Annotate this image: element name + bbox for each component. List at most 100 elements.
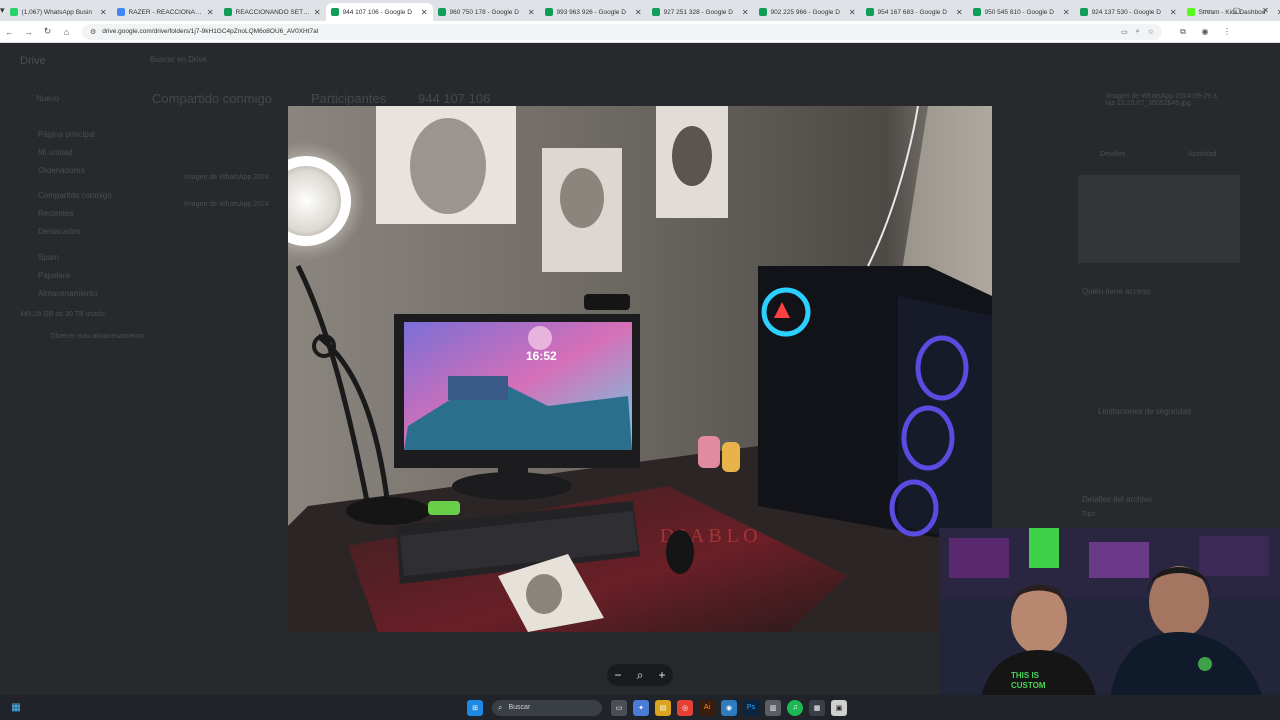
close-tab-icon[interactable]: ✕ — [207, 8, 214, 17]
breadcrumb-participants[interactable]: Participantes — [311, 91, 386, 106]
shirt-text-2: CUSTOM — [1011, 681, 1046, 690]
close-tab-icon[interactable]: ✕ — [1170, 8, 1177, 17]
tab-title: (1,067) WhatsApp Busin — [21, 8, 92, 16]
tab-title: 927 251 328 - Google D — [663, 8, 733, 16]
close-tab-icon[interactable]: ✕ — [528, 8, 535, 17]
browser-tab[interactable]: (1,067) WhatsApp Busin ✕ — [5, 3, 112, 21]
chrome-menu-icon[interactable]: ⋮ — [1216, 27, 1238, 37]
drive-sidebar-item[interactable]: Mi unidad — [38, 148, 73, 157]
activity-tab[interactable]: Actividad — [1188, 151, 1216, 158]
url-text: drive.google.com/drive/folders/1j7-9kH1G… — [102, 28, 319, 35]
tab-title: RAZER - REACCIONANDO — [128, 8, 204, 16]
magnifier-icon[interactable]: ⌕ — [631, 668, 649, 683]
copilot-icon[interactable]: ✦ — [633, 699, 649, 716]
zoom-in-button[interactable]: + — [653, 668, 671, 682]
browser-tab[interactable]: 902 225 966 - Google D ✕ — [754, 3, 861, 21]
close-window-icon[interactable]: ✕ — [1251, 0, 1280, 21]
browser-tab[interactable]: 960 750 178 - Google D ✕ — [433, 3, 540, 21]
type-label: Tipo — [1082, 511, 1096, 518]
close-tab-icon[interactable]: ✕ — [742, 8, 749, 17]
file-details-heading: Detalles del archivo — [1082, 495, 1152, 504]
tab-favicon-icon — [865, 8, 874, 16]
zoom-control: − ⌕ + — [607, 664, 673, 686]
file-explorer-icon[interactable]: ▤ — [655, 699, 671, 716]
tab-favicon-icon — [330, 8, 339, 16]
bookmark-star-icon[interactable]: ☆ — [1148, 28, 1154, 36]
streamers-video: THIS IS CUSTOM — [939, 528, 1280, 720]
browser-tab[interactable]: 993 963 926 - Google D ✕ — [540, 3, 647, 21]
zoom-out-button[interactable]: − — [609, 668, 627, 682]
spotify-icon[interactable]: ♫ — [787, 699, 803, 716]
tab-title: REACCIONANDO SETUPS — [235, 8, 311, 16]
forward-icon[interactable]: → — [19, 27, 38, 37]
close-tab-icon[interactable]: ✕ — [1063, 8, 1070, 17]
details-file-title: Imagen de WhatsApp 2024-09-29 a las 12.2… — [1106, 93, 1217, 107]
browser-tab[interactable]: 927 251 328 - Google D ✕ — [647, 3, 754, 21]
chrome-icon[interactable]: ◎ — [677, 699, 693, 716]
illustrator-icon[interactable]: Ai — [699, 699, 715, 716]
tab-title: 960 750 178 - Google D — [449, 8, 519, 16]
obs-icon[interactable]: ▣ — [831, 699, 847, 716]
tab-title: 950 545 810 - Google D — [984, 8, 1054, 16]
tab-favicon-icon — [544, 8, 553, 16]
browser-tab-strip: ▾ (1,067) WhatsApp Busin ✕ RAZER - REACCIO… — [0, 0, 1280, 21]
drive-sidebar-item[interactable]: Ordenadores — [38, 166, 85, 175]
home-icon[interactable]: ⌂ — [57, 27, 76, 37]
drive-sidebar-item[interactable]: Destacados — [38, 227, 80, 236]
address-bar[interactable]: ⚙ drive.google.com/drive/folders/1j7-9kH… — [82, 23, 1162, 40]
close-tab-icon[interactable]: ✕ — [421, 8, 428, 17]
get-storage-button[interactable]: Obtener más almacenamiento — [50, 333, 144, 340]
drive-sidebar-item[interactable]: Compartido conmigo — [38, 191, 112, 200]
reload-icon[interactable]: ↻ — [38, 26, 57, 37]
browser-tab[interactable]: REACCIONANDO SETUPS ✕ — [219, 3, 326, 21]
calculator-icon[interactable]: ▦ — [809, 699, 825, 716]
site-info-icon[interactable]: ⚙ — [90, 28, 96, 36]
drive-sidebar-item[interactable]: Papelera — [38, 271, 70, 280]
close-tab-icon[interactable]: ✕ — [956, 8, 963, 17]
taskbar-search[interactable]: ⌕ Buscar — [492, 699, 602, 716]
close-tab-icon[interactable]: ✕ — [635, 8, 642, 17]
task-view-icon[interactable]: ▦ — [8, 700, 24, 716]
drive-sidebar-item[interactable]: Spam — [38, 253, 59, 262]
drive-sidebar-item[interactable]: Recientes — [38, 209, 74, 218]
back-icon[interactable]: ← — [0, 27, 19, 37]
maximize-icon[interactable]: ▢ — [1222, 0, 1251, 21]
window-controls: — ▢ ✕ — [1193, 0, 1280, 21]
storage-usage: 445,28 GB de 30 TB usado — [20, 311, 105, 318]
browser-tab[interactable]: 950 545 810 - Google D ✕ — [968, 3, 1075, 21]
webcam-overlay: THIS IS CUSTOM — [939, 528, 1280, 720]
file-row-1[interactable]: Imagen de WhatsApp 2024 — [184, 174, 269, 181]
browser-toolbar: ← → ↻ ⌂ ⚙ drive.google.com/drive/folders… — [0, 21, 1280, 43]
tab-favicon-icon — [9, 8, 18, 16]
new-button[interactable]: Nuevo — [36, 94, 59, 103]
breadcrumb-shared[interactable]: Compartido conmigo — [152, 91, 272, 106]
desk-setup-photo: 16:52 D I A B L O — [288, 106, 992, 632]
windows-start-icon[interactable]: ⊞ — [467, 699, 483, 716]
browser-tab[interactable]: RAZER - REACCIONANDO ✕ — [112, 3, 219, 21]
extensions-icon[interactable]: ⧉ — [1172, 27, 1194, 37]
browser-tab[interactable]: 944 107 106 - Google D ✕ — [325, 3, 433, 21]
drive-sidebar-item[interactable]: Página principal — [38, 130, 95, 139]
close-tab-icon[interactable]: ✕ — [849, 8, 856, 17]
cast-icon[interactable]: ▭ — [1121, 28, 1128, 36]
browser-tab[interactable]: 924 137 530 - Google D ✕ — [1075, 3, 1182, 21]
zoom-page-icon[interactable]: ⌕ — [1136, 28, 1140, 36]
tab-favicon-icon — [116, 8, 125, 16]
close-tab-icon[interactable]: ✕ — [314, 8, 321, 17]
shirt-text-1: THIS IS — [1011, 671, 1040, 680]
steam-icon[interactable]: ◉ — [721, 699, 737, 716]
tab-title: 944 107 106 - Google D — [342, 8, 412, 16]
breadcrumb-folder[interactable]: 944 107 106 — [418, 91, 490, 106]
details-tab[interactable]: Detalles — [1100, 151, 1125, 158]
notepad-icon[interactable]: ▥ — [765, 699, 781, 716]
taskview-icon[interactable]: ▭ — [611, 699, 627, 716]
file-row-2[interactable]: Imagen de WhatsApp 2024 — [184, 201, 269, 208]
drive-sidebar-item[interactable]: Almacenamiento — [38, 289, 98, 298]
profile-icon[interactable]: ◉ — [1194, 27, 1216, 37]
tab-favicon-icon — [223, 8, 232, 16]
drive-search-placeholder[interactable]: Buscar en Drive — [150, 55, 207, 64]
browser-tab[interactable]: 954 167 683 - Google D ✕ — [861, 3, 968, 21]
close-tab-icon[interactable]: ✕ — [100, 8, 107, 17]
photoshop-icon[interactable]: Ps — [743, 699, 759, 716]
minimize-icon[interactable]: — — [1193, 0, 1222, 21]
